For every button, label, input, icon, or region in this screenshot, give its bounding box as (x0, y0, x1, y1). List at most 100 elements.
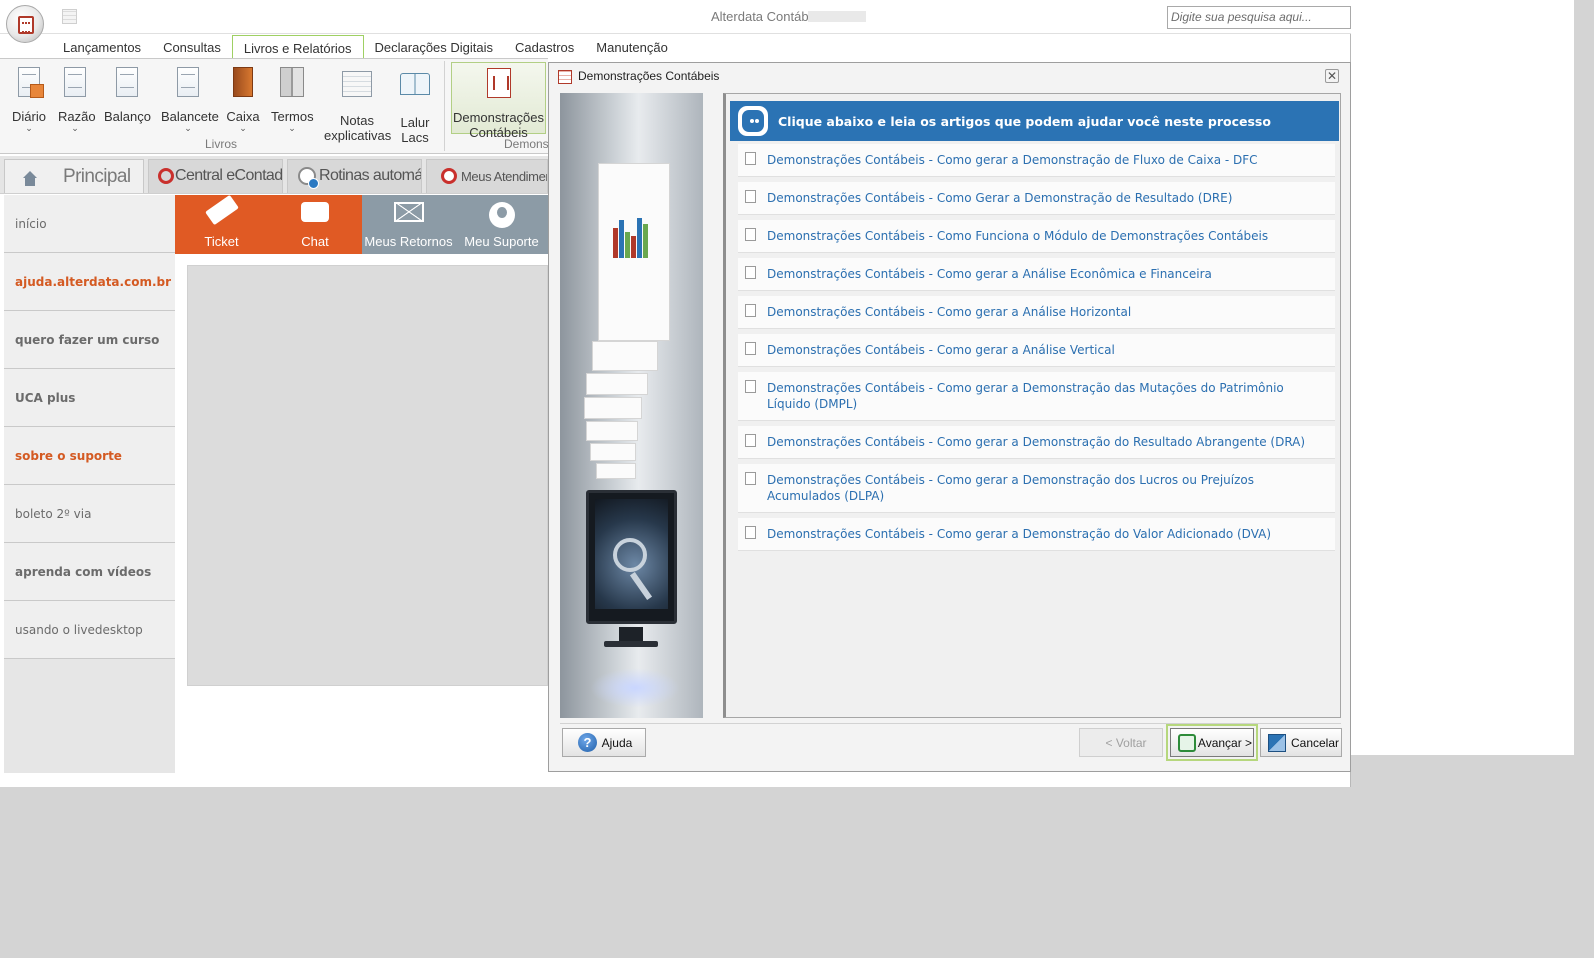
chevron-down-icon: ⌄ (71, 123, 79, 133)
article-link[interactable]: Demonstrações Contábeis - Como gerar a D… (738, 518, 1335, 551)
app-menu-button[interactable] (6, 5, 44, 43)
search-input[interactable]: Digite sua pesquisa aqui... (1167, 6, 1351, 29)
article-link[interactable]: Demonstrações Contábeis - Como gerar a D… (738, 372, 1335, 421)
tab-rotinas-automaticas[interactable]: Rotinas automáticas (287, 159, 422, 193)
document-icon (745, 342, 756, 355)
chat-tile[interactable]: Chat (268, 195, 362, 254)
dialog-title: Demonstrações Contábeis (578, 69, 720, 83)
sidebar-item-ajuda[interactable]: ajuda.alterdata.com.br (4, 253, 175, 311)
article-link[interactable]: Demonstrações Contábeis - Como gerar a A… (738, 334, 1335, 367)
avancar-label: Avançar > (1197, 736, 1253, 750)
sidebar-item-uca-plus[interactable]: UCA plus (4, 369, 175, 427)
tab-livros-relatorios[interactable]: Livros e Relatórios (231, 35, 364, 59)
terms-books-icon (280, 67, 304, 97)
chevron-down-icon: ⌄ (184, 123, 192, 133)
termos-button[interactable]: Termos ⌄ (271, 65, 314, 133)
banner-text: Clique abaixo e leia os artigos que pode… (778, 114, 1271, 129)
scale-document-icon (116, 67, 138, 97)
dialog-divider (560, 723, 1341, 724)
dialog-title-bar: Demonstrações Contábeis ✕ (549, 63, 1350, 90)
sidebar-item-boleto[interactable]: boleto 2º via (4, 485, 175, 543)
sidebar-item-sobre-suporte[interactable]: sobre o suporte (4, 427, 175, 485)
sidebar-item-livedesktop[interactable]: usando o livedesktop (4, 601, 175, 659)
lalur-lacs-button[interactable]: Lalur Lacs (398, 65, 432, 145)
bar-chart-graphic (613, 204, 667, 258)
next-arrow-icon (1178, 734, 1196, 752)
tab-manutencao[interactable]: Manutenção (585, 35, 679, 59)
ticket-tile[interactable]: Ticket (175, 194, 268, 254)
notas-explicativas-button[interactable]: Notas explicativas (324, 65, 392, 143)
termos-label: Termos (271, 109, 314, 124)
article-link[interactable]: Demonstrações Contábeis - Como gerar a D… (738, 144, 1335, 177)
ticket-label: Ticket (204, 234, 239, 249)
ribbon-tabs: Lançamentos Consultas Livros e Relatório… (52, 35, 679, 59)
caixa-label: Caixa (226, 109, 260, 124)
report-paper (598, 163, 670, 341)
article-link[interactable]: Demonstrações Contábeis - Como Funciona … (738, 220, 1335, 253)
article-link[interactable]: Demonstrações Contábeis - Como gerar a A… (738, 258, 1335, 291)
diario-label: Diário (12, 109, 46, 124)
sidebar-item-videos[interactable]: aprenda com vídeos (4, 543, 175, 601)
sidebar-item-inicio[interactable]: início (4, 195, 175, 253)
tab-econtador-label: Central eContador (175, 167, 283, 184)
ribbon: Diário ⌄ Razão ⌄ Balanço Balancete ⌄ Cai… (0, 58, 549, 154)
econtador-logo-icon (158, 168, 174, 184)
notas-label-2: explicativas (324, 128, 392, 143)
content-placeholder (187, 265, 548, 686)
wizard-illustration (560, 93, 703, 718)
article-link[interactable]: Demonstrações Contábeis - Como Gerar a D… (738, 182, 1335, 215)
caixa-button[interactable]: Caixa ⌄ (226, 65, 260, 133)
close-icon[interactable]: ✕ (1325, 69, 1339, 83)
tab-meus-atendimentos[interactable]: Meus Atendimento (426, 159, 548, 193)
balanco-button[interactable]: Balanço (104, 65, 151, 124)
ajuda-button[interactable]: ? Ajuda (562, 728, 646, 757)
tab-lancamentos[interactable]: Lançamentos (52, 35, 152, 59)
meu-suporte-tile[interactable]: Meu Suporte (455, 195, 548, 254)
cancelar-button[interactable]: Cancelar (1260, 728, 1342, 757)
tab-principal[interactable]: Principal (4, 159, 144, 193)
razao-label: Razão (58, 109, 96, 124)
article-link[interactable]: Demonstrações Contábeis - Como gerar a D… (738, 426, 1335, 459)
balancete-button[interactable]: Balancete ⌄ (161, 65, 219, 133)
avancar-button[interactable]: Avançar > (1166, 724, 1258, 761)
home-icon (22, 171, 38, 187)
calculator-icon (558, 70, 572, 84)
tab-central-econtador[interactable]: Central eContador (148, 159, 283, 193)
lalur-label-1: Lalur (400, 115, 430, 130)
redacted-area (808, 11, 866, 22)
sidebar-item-curso[interactable]: quero fazer um curso (4, 311, 175, 369)
document-icon (745, 472, 756, 485)
article-link[interactable]: Demonstrações Contábeis - Como gerar a A… (738, 296, 1335, 329)
tab-consultas[interactable]: Consultas (152, 35, 232, 59)
articles-panel: Clique abaixo e leia os artigos que pode… (723, 93, 1341, 718)
demonstracoes-contabeis-button[interactable]: Demonstrações Contábeis (451, 62, 546, 140)
article-link[interactable]: Demonstrações Contábeis - Como gerar a D… (738, 464, 1335, 513)
tab-declaracoes-digitais[interactable]: Declarações Digitais (364, 35, 505, 59)
demonstracoes-dialog: Demonstrações Contábeis ✕ Clique abaixo … (548, 62, 1351, 772)
document-icon (745, 304, 756, 317)
tab-cadastros[interactable]: Cadastros (504, 35, 585, 59)
tab-rotinas-label: Rotinas automáticas (319, 167, 422, 184)
chat-icon (301, 202, 329, 222)
support-logo-icon (441, 168, 457, 184)
magnifier-icon (613, 538, 647, 572)
clock-icon (298, 167, 319, 189)
group-label-livros: Livros (205, 137, 238, 151)
article-list: Demonstrações Contábeis - Como gerar a D… (738, 144, 1335, 556)
diario-button[interactable]: Diário ⌄ (12, 65, 46, 133)
window-title: Alterdata Contábil (711, 9, 815, 24)
razao-button[interactable]: Razão ⌄ (58, 65, 96, 133)
document-icon (745, 266, 756, 279)
chevron-down-icon: ⌄ (239, 123, 247, 133)
quick-access-icon[interactable] (62, 9, 77, 24)
meus-retornos-tile[interactable]: Meus Retornos (362, 195, 455, 254)
group-separator (444, 61, 445, 151)
cash-book-icon (233, 67, 253, 97)
tab-atendimento-label: Meus Atendimento (461, 169, 547, 184)
balancete-label: Balancete (161, 109, 219, 124)
open-book-icon (400, 73, 430, 95)
voltar-button[interactable]: < Voltar (1079, 728, 1163, 757)
chat-label: Chat (301, 234, 329, 249)
help-icon: ? (578, 733, 597, 752)
document-icon (745, 434, 756, 447)
